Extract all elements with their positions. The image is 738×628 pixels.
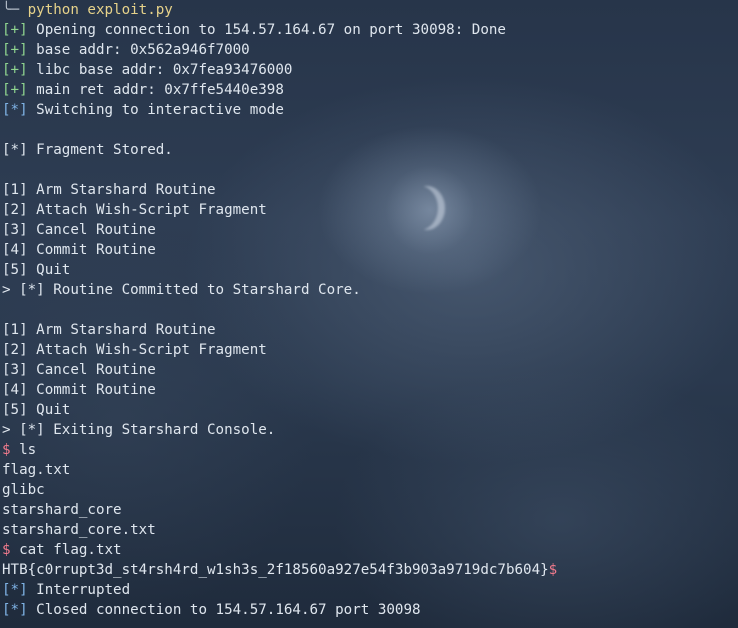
line-text: [*] Fragment Stored. — [2, 142, 173, 158]
terminal-line: [+] libc base addr: 0x7fea93476000 — [2, 60, 557, 80]
terminal-line: starshard_core — [2, 500, 557, 520]
terminal-line: HTB{c0rrupt3d_st4rsh4rd_w1sh3s_2f18560a9… — [2, 560, 557, 580]
terminal-line: [2] Attach Wish-Script Fragment — [2, 200, 557, 220]
terminal-line: [+] base addr: 0x562a946f7000 — [2, 40, 557, 60]
line-text: flag.txt — [2, 462, 71, 478]
line-text: [3] Cancel Routine — [2, 362, 156, 378]
line-text: [4] Commit Routine — [2, 242, 156, 258]
terminal-line: [*] Closed connection to 154.57.164.67 p… — [2, 600, 557, 620]
terminal-line: [*] Interrupted — [2, 580, 557, 600]
terminal-line: [1] Arm Starshard Routine — [2, 180, 557, 200]
terminal-line: [3] Cancel Routine — [2, 360, 557, 380]
terminal-line: [5] Quit — [2, 260, 557, 280]
line-prefix: [*] — [2, 102, 28, 118]
line-text: Interrupted — [27, 582, 131, 598]
terminal-output: ╰─ python exploit.py [+] Opening connecti… — [2, 0, 557, 620]
terminal-line: [4] Commit Routine — [2, 240, 557, 260]
line-text: Opening connection to 154.57.164.67 on p… — [27, 22, 506, 38]
terminal-line: [+] main ret addr: 0x7ffe5440e398 — [2, 80, 557, 100]
line-text: main ret addr: 0x7ffe5440e398 — [27, 82, 284, 98]
line-text: starshard_core — [2, 502, 122, 518]
terminal-line: ╰─ python exploit.py — [2, 0, 557, 20]
line-text: [1] Arm Starshard Routine — [2, 182, 216, 198]
line-prefix: [+] — [2, 62, 28, 78]
line-prefix: [+] — [2, 82, 28, 98]
line-text: [4] Commit Routine — [2, 382, 156, 398]
line-text: [3] Cancel Routine — [2, 222, 156, 238]
terminal-line: [5] Quit — [2, 400, 557, 420]
line-text: starshard_core.txt — [2, 522, 156, 538]
terminal-line: [2] Attach Wish-Script Fragment — [2, 340, 557, 360]
line-prefix: [+] — [2, 42, 28, 58]
line-text: ls — [10, 442, 37, 458]
terminal-line: flag.txt — [2, 460, 557, 480]
line-text: libc base addr: 0x7fea93476000 — [27, 62, 293, 78]
line-text: Switching to interactive mode — [27, 102, 284, 118]
line-text: > [*] Routine Committed to Starshard Cor… — [2, 282, 361, 298]
line-prefix: $ — [2, 442, 11, 458]
line-prefix: $ — [2, 542, 11, 558]
terminal-line: [*] Fragment Stored. — [2, 140, 557, 160]
terminal-line: $ ls — [2, 440, 557, 460]
line-text: [5] Quit — [2, 262, 71, 278]
terminal-line: [1] Arm Starshard Routine — [2, 320, 557, 340]
line-text: > [*] Exiting Starshard Console. — [2, 422, 276, 438]
line-text: [2] Attach Wish-Script Fragment — [2, 202, 267, 218]
line-text: python exploit.py — [27, 2, 173, 18]
terminal-line: > [*] Exiting Starshard Console. — [2, 420, 557, 440]
terminal-line: $ cat flag.txt — [2, 540, 557, 560]
line-text: Closed connection to 154.57.164.67 port … — [27, 602, 421, 618]
line-prefix: ╰─ — [2, 2, 28, 18]
line-text: glibc — [2, 482, 45, 498]
line-text: base addr: 0x562a946f7000 — [27, 42, 250, 58]
terminal-line: [3] Cancel Routine — [2, 220, 557, 240]
line-text: [5] Quit — [2, 402, 71, 418]
terminal-line: [*] Switching to interactive mode — [2, 100, 557, 120]
line-text: [1] Arm Starshard Routine — [2, 322, 216, 338]
terminal-line: [4] Commit Routine — [2, 380, 557, 400]
terminal-line: starshard_core.txt — [2, 520, 557, 540]
line-text: cat flag.txt — [10, 542, 122, 558]
terminal-line: > [*] Routine Committed to Starshard Cor… — [2, 280, 557, 300]
terminal-line: [+] Opening connection to 154.57.164.67 … — [2, 20, 557, 40]
terminal-line: glibc — [2, 480, 557, 500]
line-prefix: [*] — [2, 602, 28, 618]
terminal-window[interactable]: ╰─ python exploit.py [+] Opening connecti… — [0, 0, 738, 628]
line-text: [2] Attach Wish-Script Fragment — [2, 342, 267, 358]
line-prefix: [+] — [2, 22, 28, 38]
line-prefix: [*] — [2, 582, 28, 598]
shell-prompt-symbol: $ — [548, 562, 558, 578]
line-text: HTB{c0rrupt3d_st4rsh4rd_w1sh3s_2f18560a9… — [2, 562, 549, 578]
